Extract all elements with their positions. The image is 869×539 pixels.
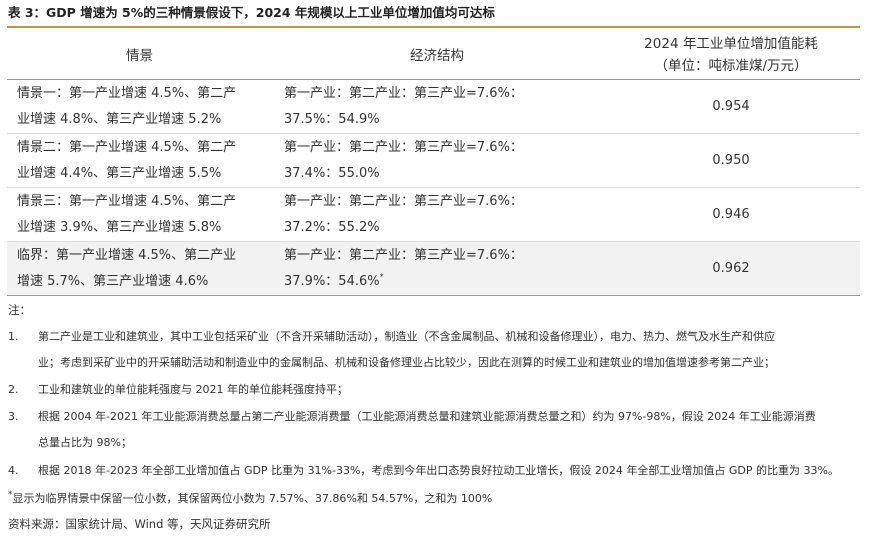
note-number: 2. [8,383,19,396]
table-title: 表 3：GDP 增速为 5%的三种情景假设下，2024 年规模以上工业单位增加值… [8,5,495,20]
table-row-critical: 临界：第一产业增速 4.5%、第二产业 增速 5.7%、第三产业增速 4.6% … [7,242,860,296]
header-energy-line2: （单位：吨标准煤/万元） [654,58,808,74]
footnote-text: 显示为临界情景中保留一位小数，其保留两位小数为 7.57%、37.86%和 54… [12,492,493,505]
note-number: 4. [8,464,19,477]
cell-scene: 情景三：第一产业增速 4.5%、第二产 业增速 3.9%、第三产业增速 5.8% [17,189,272,241]
header-energy-line1: 2024 年工业单位增加值能耗 [644,36,818,52]
cell-structure: 第一产业：第二产业：第三产业=7.6%： 37.2%：55.2% [284,189,602,241]
note-number: 3. [8,410,19,423]
cell-structure: 第一产业：第二产业：第三产业=7.6%： 37.4%：55.0% [284,135,602,187]
header-energy: 2024 年工业单位增加值能耗 （单位：吨标准煤/万元） [602,33,860,77]
cell-structure-line2: 37.4%：55.0% [284,166,380,181]
cell-scene: 情景一：第一产业增速 4.5%、第二产 业增速 4.8%、第三产业增速 5.2% [17,81,272,133]
cell-energy: 0.962 [712,261,750,276]
note-number: 1. [8,330,19,343]
cell-structure-line2: 37.9%：54.6%* [284,269,602,295]
cell-structure-line1: 第一产业：第二产业：第三产业=7.6%： [284,86,523,101]
note-line: 第二产业是工业和建筑业，其中工业包括采矿业（不含开采辅助活动），制造业（不含金属… [38,330,775,343]
data-table: 情景 经济结构 2024 年工业单位增加值能耗 （单位：吨标准煤/万元） 情景一… [7,28,860,296]
cell-structure-line2: 37.5%：54.9% [284,112,380,127]
cell-energy: 0.950 [712,153,750,168]
cell-structure: 第一产业：第二产业：第三产业=7.6%： 37.5%：54.9% [284,81,602,133]
cell-scene-line1: 临界：第一产业增速 4.5%、第二产业 [17,248,237,263]
cell-scene-line1: 情景一：第一产业增速 4.5%、第二产 [17,86,237,101]
cell-structure: 第一产业：第二产业：第三产业=7.6%： 37.9%：54.6%* [284,243,602,295]
note-text: 根据 2018 年-2023 年全部工业增加值占 GDP 比重为 31%-33%… [38,458,860,484]
cell-energy: 0.954 [712,99,750,114]
source-line: 资料来源：国家统计局、Wind 等，天风证券研究所 [8,517,271,531]
header-structure: 经济结构 [410,48,464,64]
note-text: 第二产业是工业和建筑业，其中工业包括采矿业（不含开采辅助活动），制造业（不含金属… [38,324,860,376]
note-text: 工业和建筑业的单位能耗强度与 2021 年的单位能耗强度持平； [38,377,860,403]
note-line: 业；考虑到采矿业中的开采辅助活动和制造业中的金属制品、机械和设备修理业占比较少，… [38,356,775,369]
cell-structure-line1: 第一产业：第二产业：第三产业=7.6%： [284,140,523,155]
cell-structure-line2: 37.2%：55.2% [284,220,380,235]
note-line: 根据 2018 年-2023 年全部工业增加值占 GDP 比重为 31%-33%… [38,464,839,477]
cell-scene-line2: 业增速 4.8%、第三产业增速 5.2% [17,112,222,127]
cell-structure-value: 37.9%：54.6% [284,274,380,289]
footnote: *显示为临界情景中保留一位小数，其保留两位小数为 7.57%、37.86%和 5… [8,490,492,506]
table-header: 情景 经济结构 2024 年工业单位增加值能耗 （单位：吨标准煤/万元） [7,28,860,80]
cell-scene-line2: 业增速 4.4%、第三产业增速 5.5% [17,166,222,181]
cell-scene: 情景二：第一产业增速 4.5%、第二产 业增速 4.4%、第三产业增速 5.5% [17,135,272,187]
header-scene: 情景 [126,48,153,64]
cell-scene-line1: 情景二：第一产业增速 4.5%、第二产 [17,140,237,155]
cell-energy: 0.946 [712,207,750,222]
cell-scene-line2: 增速 5.7%、第三产业增速 4.6% [17,274,209,289]
table-row: 情景一：第一产业增速 4.5%、第二产 业增速 4.8%、第三产业增速 5.2%… [7,80,860,134]
table-row: 情景三：第一产业增速 4.5%、第二产 业增速 3.9%、第三产业增速 5.8%… [7,188,860,242]
footnote-marker: * [379,272,384,282]
cell-structure-line1: 第一产业：第二产业：第三产业=7.6%： [284,248,523,263]
note-line: 工业和建筑业的单位能耗强度与 2021 年的单位能耗强度持平； [38,383,348,396]
note-text: 根据 2004 年-2021 年工业能源消费总量占第二产业能源消费量（工业能源消… [38,404,860,456]
note-line: 总量占比为 98%； [38,436,132,449]
cell-scene-line1: 情景三：第一产业增速 4.5%、第二产 [17,194,237,209]
notes-label: 注： [8,303,31,317]
note-line: 根据 2004 年-2021 年工业能源消费总量占第二产业能源消费量（工业能源消… [38,410,816,423]
cell-structure-line1: 第一产业：第二产业：第三产业=7.6%： [284,194,523,209]
table-row: 情景二：第一产业增速 4.5%、第二产 业增速 4.4%、第三产业增速 5.5%… [7,134,860,188]
cell-scene-line2: 业增速 3.9%、第三产业增速 5.8% [17,220,222,235]
cell-scene: 临界：第一产业增速 4.5%、第二产业 增速 5.7%、第三产业增速 4.6% [17,243,272,295]
